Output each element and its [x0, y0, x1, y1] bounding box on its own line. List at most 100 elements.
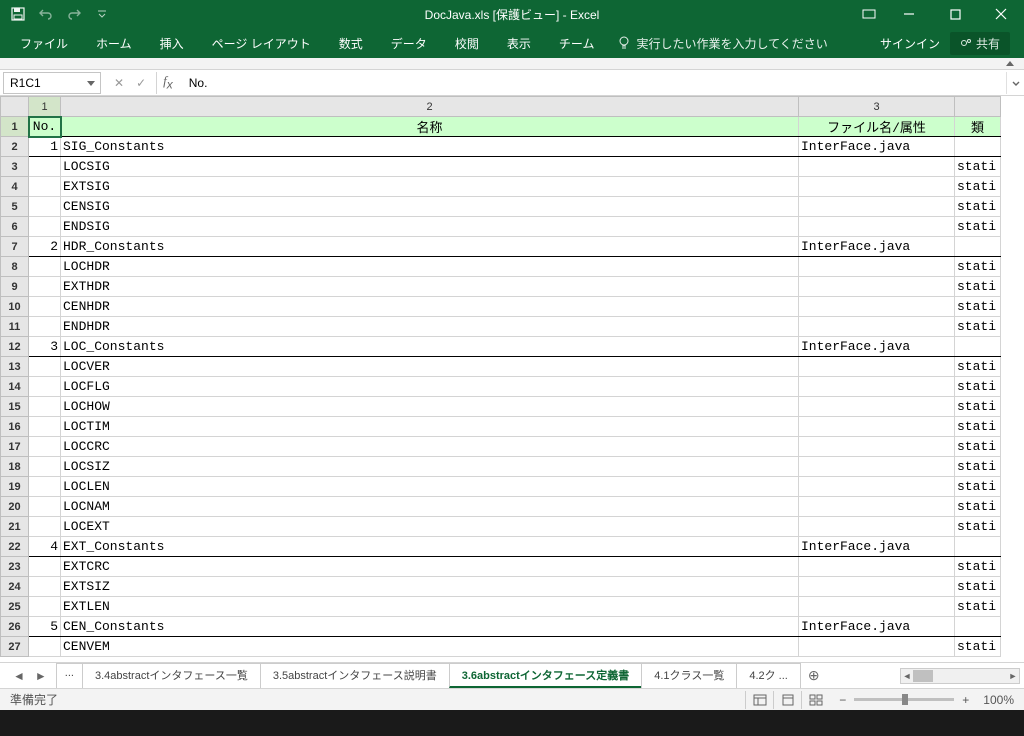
undo-icon[interactable]: [38, 6, 54, 22]
cell[interactable]: [955, 337, 1001, 357]
cell[interactable]: [29, 177, 61, 197]
cell[interactable]: [29, 637, 61, 657]
row-header[interactable]: 10: [1, 297, 29, 317]
cell[interactable]: LOCHDR: [61, 257, 799, 277]
cell[interactable]: [29, 577, 61, 597]
cell[interactable]: [29, 417, 61, 437]
cell[interactable]: LOCEXT: [61, 517, 799, 537]
cell[interactable]: EXTSIZ: [61, 577, 799, 597]
cell[interactable]: HDR_Constants: [61, 237, 799, 257]
cell[interactable]: LOCNAM: [61, 497, 799, 517]
sheet-tab[interactable]: 3.5abstractインタフェース説明書: [260, 663, 450, 688]
cell[interactable]: [29, 317, 61, 337]
tab-data[interactable]: データ: [377, 28, 441, 58]
cell[interactable]: LOCHOW: [61, 397, 799, 417]
cell[interactable]: [799, 297, 955, 317]
cell[interactable]: [799, 217, 955, 237]
ribbon-display-icon[interactable]: [852, 0, 886, 28]
cell[interactable]: [29, 397, 61, 417]
row-header[interactable]: 23: [1, 557, 29, 577]
cell[interactable]: stati: [955, 397, 1001, 417]
cell[interactable]: [955, 617, 1001, 637]
sheet-tab[interactable]: 3.6abstractインタフェース定義書: [449, 663, 643, 688]
cell[interactable]: [799, 517, 955, 537]
cell[interactable]: [29, 217, 61, 237]
cell[interactable]: 2: [29, 237, 61, 257]
tell-me-search[interactable]: 実行したい作業を入力してください: [618, 35, 827, 52]
cell[interactable]: stati: [955, 597, 1001, 617]
cell[interactable]: [955, 237, 1001, 257]
row-header[interactable]: 1: [1, 117, 29, 137]
cell[interactable]: ファイル名/属性: [799, 117, 955, 137]
cell[interactable]: stati: [955, 417, 1001, 437]
col-header[interactable]: 3: [799, 97, 955, 117]
cell[interactable]: InterFace.java: [799, 237, 955, 257]
page-layout-view-icon[interactable]: [773, 691, 801, 709]
cell[interactable]: [799, 497, 955, 517]
cell[interactable]: [799, 157, 955, 177]
cell[interactable]: [799, 637, 955, 657]
row-header[interactable]: 12: [1, 337, 29, 357]
cell[interactable]: stati: [955, 577, 1001, 597]
cell[interactable]: [29, 437, 61, 457]
tab-pagelayout[interactable]: ページ レイアウト: [198, 28, 325, 58]
row-header[interactable]: 13: [1, 357, 29, 377]
cell[interactable]: CENHDR: [61, 297, 799, 317]
cell[interactable]: [799, 357, 955, 377]
cell[interactable]: stati: [955, 317, 1001, 337]
cell[interactable]: 名称: [61, 117, 799, 137]
row-header[interactable]: 7: [1, 237, 29, 257]
cell[interactable]: stati: [955, 197, 1001, 217]
cell[interactable]: LOCSIZ: [61, 457, 799, 477]
row-header[interactable]: 3: [1, 157, 29, 177]
sheet-tab[interactable]: 4.1クラス一覧: [641, 663, 737, 688]
cell[interactable]: 3: [29, 337, 61, 357]
cell[interactable]: [799, 177, 955, 197]
cell[interactable]: ENDHDR: [61, 317, 799, 337]
horizontal-scrollbar[interactable]: ◄ ►: [900, 668, 1020, 684]
sheet-tab[interactable]: 3.4abstractインタフェース一覧: [82, 663, 261, 688]
redo-icon[interactable]: [66, 6, 82, 22]
cell[interactable]: stati: [955, 157, 1001, 177]
share-button[interactable]: 共有: [950, 32, 1010, 55]
cell[interactable]: [799, 477, 955, 497]
cell[interactable]: InterFace.java: [799, 337, 955, 357]
cell[interactable]: LOCCRC: [61, 437, 799, 457]
cell[interactable]: [29, 197, 61, 217]
cell[interactable]: 5: [29, 617, 61, 637]
cell[interactable]: [799, 197, 955, 217]
zoom-in-button[interactable]: +: [962, 693, 969, 707]
zoom-level[interactable]: 100%: [983, 693, 1014, 707]
row-header[interactable]: 26: [1, 617, 29, 637]
ribbon-collapse-strip[interactable]: [0, 58, 1024, 70]
cell[interactable]: [799, 557, 955, 577]
row-header[interactable]: 4: [1, 177, 29, 197]
tab-view[interactable]: 表示: [493, 28, 545, 58]
row-header[interactable]: 6: [1, 217, 29, 237]
formula-expand-icon[interactable]: [1006, 72, 1024, 94]
cell[interactable]: SIG_Constants: [61, 137, 799, 157]
cell[interactable]: [799, 397, 955, 417]
tab-insert[interactable]: 挿入: [146, 28, 198, 58]
cell[interactable]: stati: [955, 637, 1001, 657]
col-header[interactable]: [955, 97, 1001, 117]
normal-view-icon[interactable]: [745, 691, 773, 709]
name-box[interactable]: R1C1: [3, 72, 101, 94]
cell[interactable]: InterFace.java: [799, 137, 955, 157]
tab-nav-prev-icon[interactable]: ◄: [10, 667, 28, 685]
sheet-tab[interactable]: ...: [56, 663, 83, 688]
row-header[interactable]: 5: [1, 197, 29, 217]
cell[interactable]: No.: [29, 117, 61, 137]
cell[interactable]: EXTSIG: [61, 177, 799, 197]
row-header[interactable]: 18: [1, 457, 29, 477]
cell[interactable]: stati: [955, 557, 1001, 577]
cell[interactable]: LOCFLG: [61, 377, 799, 397]
cell[interactable]: [29, 357, 61, 377]
cell[interactable]: [799, 457, 955, 477]
cell[interactable]: 1: [29, 137, 61, 157]
maximize-button[interactable]: [932, 0, 978, 28]
row-header[interactable]: 15: [1, 397, 29, 417]
row-header[interactable]: 11: [1, 317, 29, 337]
minimize-button[interactable]: [886, 0, 932, 28]
row-header[interactable]: 27: [1, 637, 29, 657]
